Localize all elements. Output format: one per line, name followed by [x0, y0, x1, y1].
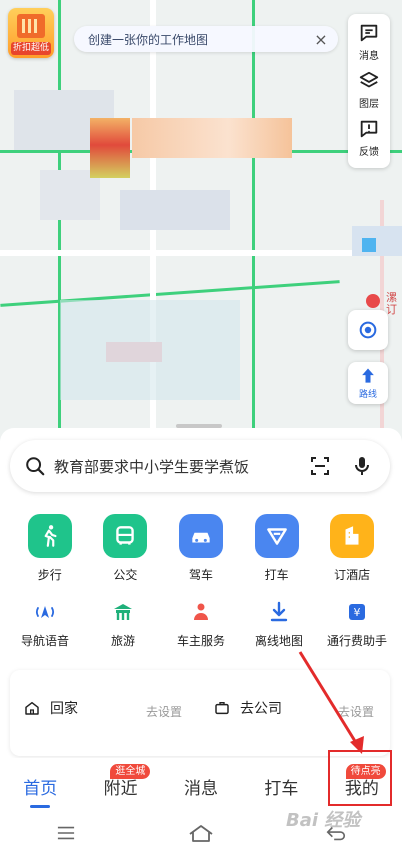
search-bar[interactable]: 教育部要求中小学生要学煮饭 [10, 440, 390, 492]
bus-button[interactable]: 公交 [95, 514, 155, 586]
travel-icon [109, 598, 137, 626]
drive-button[interactable]: 驾车 [171, 514, 231, 586]
poi-label: 漯订 [386, 291, 397, 316]
map-road [252, 0, 255, 440]
bus-icon [103, 514, 148, 558]
message-icon [360, 24, 378, 42]
close-icon[interactable]: × [314, 30, 328, 49]
route-label: 路线 [358, 390, 377, 400]
nearby-badge: 逛全城 [110, 764, 151, 779]
tab-taxi-label: 打车 [264, 778, 299, 799]
map-poi [362, 238, 376, 252]
car-owner-button[interactable]: 车主服务 [166, 598, 236, 654]
taxi-icon [254, 514, 299, 558]
drive-label: 驾车 [188, 568, 213, 582]
briefcase-icon [215, 702, 229, 715]
feedback-button[interactable]: 反馈 [348, 118, 390, 166]
hotel-icon [17, 14, 45, 38]
promo-label: 折扣超低 [11, 42, 51, 55]
tab-messages-label: 消息 [184, 778, 219, 799]
watermark: Bai 经验 [286, 810, 361, 831]
toll-button[interactable]: ¥ 通行费助手 [322, 598, 392, 654]
quick-destinations-card: 回家 去设置 去公司 去设置 [10, 670, 390, 756]
route-arrow-icon [362, 368, 374, 383]
home-icon [25, 701, 39, 715]
layers-label: 图层 [359, 99, 379, 110]
taxi-button[interactable]: 打车 [247, 514, 307, 586]
active-tab-indicator [30, 805, 51, 808]
car-icon [178, 514, 223, 558]
hotel-icon [330, 514, 375, 558]
voice-nav-label: 导航语音 [20, 634, 69, 648]
offline-map-icon [265, 598, 293, 626]
messages-label: 消息 [359, 51, 379, 62]
layers-icon [359, 71, 379, 88]
map-block [352, 226, 402, 256]
tab-nearby[interactable]: 附近 逛全城 [80, 758, 160, 814]
offline-map-label: 离线地图 [254, 634, 303, 648]
feedback-label: 反馈 [359, 147, 379, 158]
home-shortcut[interactable]: 回家 [24, 698, 78, 718]
tab-messages[interactable]: 消息 [161, 758, 241, 814]
microphone-icon[interactable] [350, 454, 374, 478]
tip-text: 创建一张你的工作地图 [88, 32, 209, 47]
route-button[interactable]: 路线 [348, 362, 388, 404]
tab-home-label: 首页 [23, 778, 58, 799]
search-input[interactable]: 教育部要求中小学生要学煮饭 [54, 456, 290, 477]
travel-label: 旅游 [110, 634, 135, 648]
walk-button[interactable]: 步行 [20, 514, 80, 586]
sheet-drag-handle[interactable] [176, 424, 222, 428]
car-owner-icon [187, 598, 215, 626]
svg-text:¥: ¥ [354, 606, 361, 619]
scan-icon[interactable] [308, 454, 332, 478]
poi-pin-icon[interactable] [366, 294, 380, 308]
search-icon [26, 457, 45, 476]
hotel-promo-button[interactable]: 折扣超低 [8, 8, 54, 58]
work-label: 去公司 [240, 701, 282, 717]
voice-nav-icon [31, 598, 59, 626]
voice-nav-button[interactable]: 导航语音 [10, 598, 80, 654]
hotel-label: 订酒店 [334, 568, 371, 582]
car-owner-label: 车主服务 [176, 634, 225, 648]
taxi-label: 打车 [264, 568, 289, 582]
map-view[interactable]: 折扣超低 创建一张你的工作地图 × 消息 图层 反馈 漯订 路线 [0, 0, 402, 470]
messages-button[interactable]: 消息 [348, 22, 390, 70]
travel-button[interactable]: 旅游 [88, 598, 158, 654]
map-block [120, 190, 230, 230]
primary-app-grid: 步行 公交 驾车 打车 订酒店 [0, 514, 402, 586]
map-label-blur [132, 118, 292, 158]
annotation-highlight-box [328, 750, 392, 806]
locate-button[interactable] [348, 310, 388, 350]
locate-icon [359, 321, 377, 339]
home-set-link[interactable]: 去设置 [146, 703, 182, 720]
hotel-button[interactable]: 订酒店 [322, 514, 382, 586]
offline-map-button[interactable]: 离线地图 [244, 598, 314, 654]
walk-label: 步行 [37, 568, 62, 582]
feedback-icon [360, 120, 378, 138]
walk-icon [27, 514, 72, 558]
menu-icon[interactable] [55, 824, 77, 842]
tab-home[interactable]: 首页 [0, 758, 80, 814]
map-hotspot [90, 118, 130, 178]
home-nav-icon[interactable] [187, 823, 215, 843]
map-block [60, 300, 240, 400]
home-label: 回家 [50, 701, 78, 717]
toll-icon: ¥ [343, 598, 371, 626]
work-set-link[interactable]: 去设置 [338, 703, 374, 720]
map-road [0, 250, 402, 256]
bus-label: 公交 [113, 568, 138, 582]
create-work-map-tip[interactable]: 创建一张你的工作地图 × [74, 26, 338, 52]
map-tool-panel: 消息 图层 反馈 [348, 14, 390, 168]
toll-label: 通行费助手 [326, 634, 387, 648]
layers-button[interactable]: 图层 [348, 70, 390, 118]
secondary-app-grid: 导航语音 旅游 车主服务 离线地图 ¥ 通行费助手 [0, 598, 402, 654]
work-shortcut[interactable]: 去公司 [214, 698, 282, 718]
